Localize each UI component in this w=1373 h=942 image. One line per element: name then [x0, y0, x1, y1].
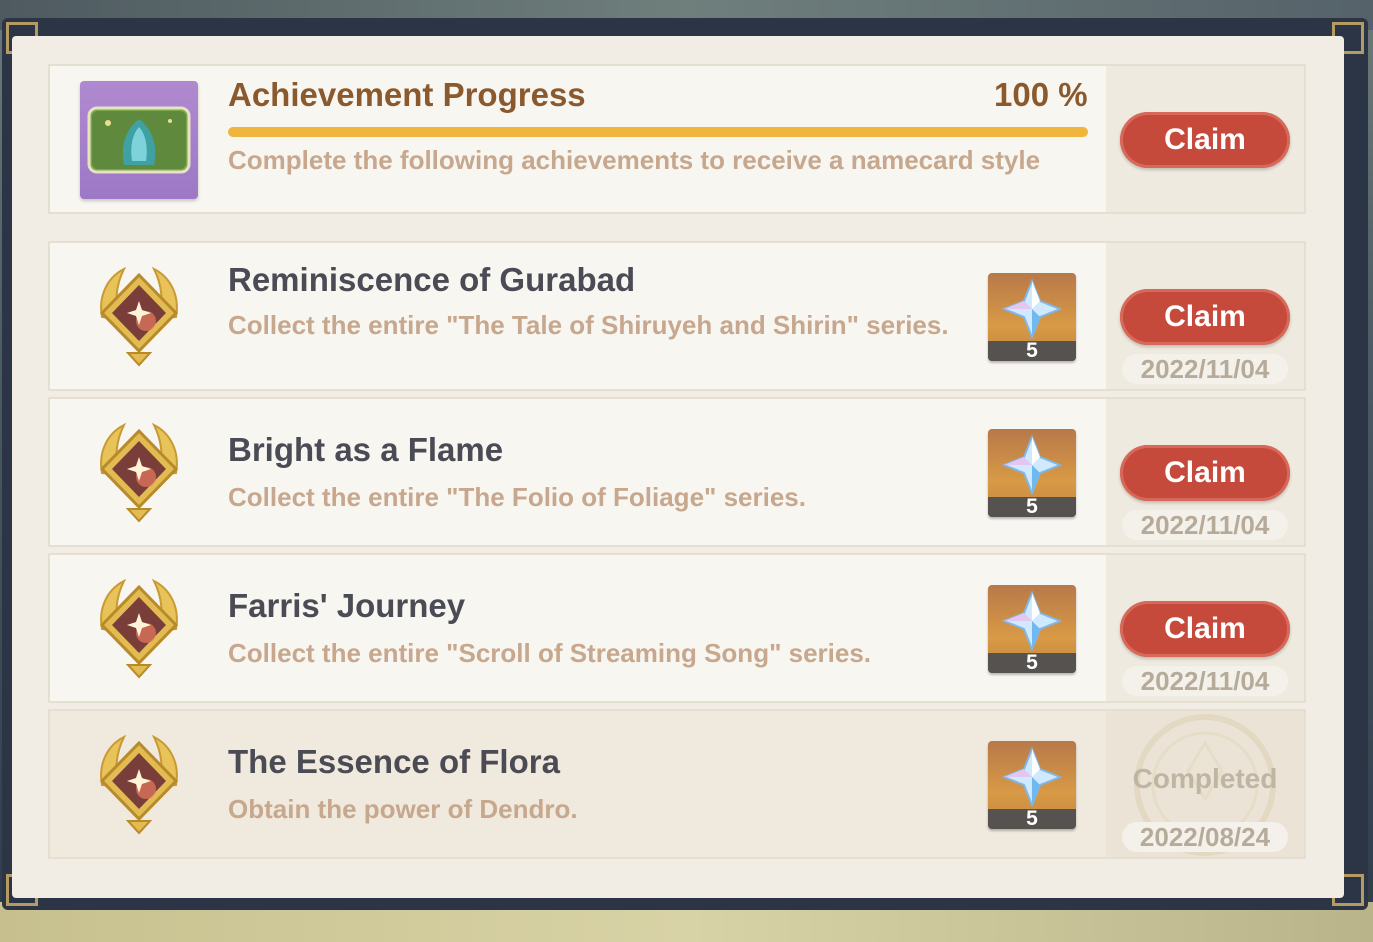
achievement-row: Bright as a Flame Collect the entire "Th…	[48, 397, 1306, 547]
achievement-date: 2022/11/04	[1122, 666, 1288, 696]
reward-count: 5	[988, 808, 1076, 829]
achievement-date: 2022/08/24	[1122, 822, 1288, 852]
achievement-title: Bright as a Flame	[228, 431, 504, 468]
achievement-progress-card: Achievement Progress 100 % Complete the …	[48, 64, 1306, 214]
claim-button[interactable]: Claim	[1120, 112, 1290, 168]
achievement-title: The Essence of Flora	[228, 743, 560, 780]
achievement-date: 2022/11/04	[1122, 510, 1288, 540]
namecard-icon	[80, 81, 198, 199]
primogem-reward[interactable]: 5	[988, 585, 1076, 673]
reward-count: 5	[988, 340, 1076, 361]
progress-bar-track	[228, 127, 1088, 137]
reward-count: 5	[988, 652, 1076, 673]
achievement-description: Collect the entire "The Tale of Shiruyeh…	[228, 310, 949, 340]
primogem-reward[interactable]: 5	[988, 273, 1076, 361]
claim-button[interactable]: Claim	[1120, 445, 1290, 501]
achievement-description: Collect the entire "The Folio of Foliage…	[228, 482, 806, 512]
achievement-badge-icon	[80, 255, 198, 378]
reward-count: 5	[988, 496, 1076, 517]
claim-button[interactable]: Claim	[1120, 601, 1290, 657]
achievement-row: Farris' Journey Collect the entire "Scro…	[48, 553, 1306, 703]
achievement-title: Reminiscence of Gurabad	[228, 261, 636, 298]
completed-status: Completed	[1132, 763, 1278, 794]
achievement-date: 2022/11/04	[1122, 354, 1288, 384]
primogem-reward[interactable]: 5	[988, 741, 1076, 829]
achievement-row: The Essence of Flora Obtain the power of…	[48, 709, 1306, 859]
progress-percent: 100 %	[994, 76, 1088, 113]
progress-description: Complete the following achievements to r…	[228, 145, 1041, 175]
primogem-reward[interactable]: 5	[988, 429, 1076, 517]
achievement-row: Reminiscence of Gurabad Collect the enti…	[48, 241, 1306, 391]
achievement-description: Collect the entire "Scroll of Streaming …	[228, 638, 872, 668]
achievement-title: Farris' Journey	[228, 587, 466, 624]
claim-button[interactable]: Claim	[1120, 289, 1290, 345]
achievement-badge-icon	[80, 411, 198, 534]
achievement-badge-icon	[80, 567, 198, 690]
achievement-badge-icon	[80, 723, 198, 846]
progress-title: Achievement Progress	[228, 76, 586, 113]
achievement-description: Obtain the power of Dendro.	[228, 794, 578, 824]
progress-bar-fill	[228, 127, 1088, 137]
